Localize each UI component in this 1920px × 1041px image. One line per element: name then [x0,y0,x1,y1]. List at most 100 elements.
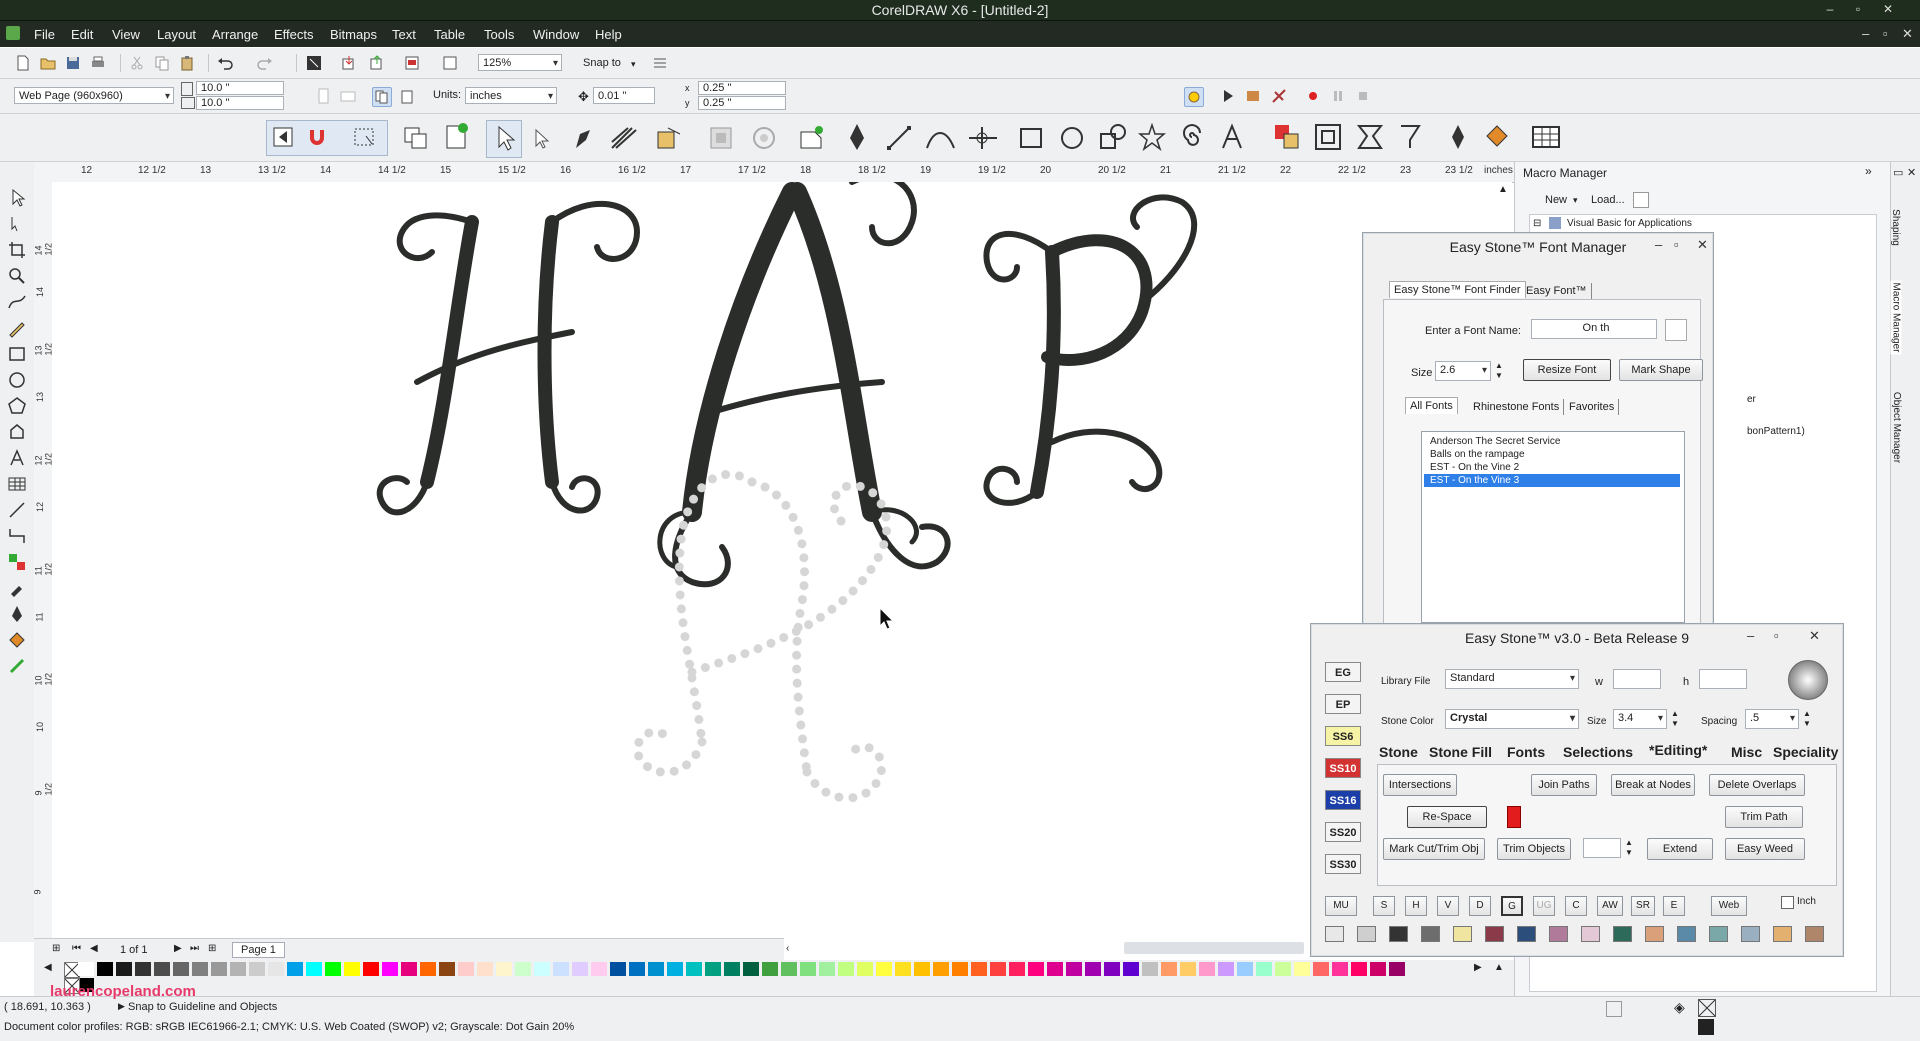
import-icon[interactable] [340,54,358,72]
palette-swatch[interactable] [762,962,778,976]
ug-button[interactable]: UG [1533,896,1555,916]
intersections-button[interactable]: Intersections [1383,774,1457,796]
palette-swatch[interactable] [1180,962,1196,976]
crop-icon[interactable] [7,240,27,260]
horizontal-ruler[interactable]: 12 12 1/2 13 13 1/2 14 14 1/2 15 15 1/2 … [34,162,1514,183]
page-preset-combo[interactable]: Web Page (960x960) [14,87,174,105]
palette-swatch[interactable] [458,962,474,976]
stone-size-button-ss6[interactable]: SS6 [1325,726,1361,746]
palette-swatch[interactable] [344,962,360,976]
palette-scroll-left-icon[interactable]: ◀ [44,962,52,973]
color-swatch[interactable] [1709,926,1728,942]
web-button[interactable]: Web [1711,896,1747,916]
vscroll-up-icon[interactable]: ▲ [1498,184,1508,195]
freehand-icon[interactable] [7,292,27,312]
smear-icon[interactable] [608,124,640,152]
print-icon[interactable] [89,54,107,72]
pen-stylus-icon[interactable] [570,124,598,152]
font-list[interactable]: Anderson The Secret Service Balls on the… [1421,431,1685,623]
menu-table[interactable]: Table [434,27,465,42]
palette-swatch[interactable] [553,962,569,976]
undo-icon[interactable] [216,54,234,72]
macro-load-button[interactable]: Load... [1591,194,1625,206]
prev-page-icon[interactable]: ◀ [90,943,98,954]
aw-button[interactable]: AW [1597,896,1623,916]
palette-swatch[interactable] [705,962,721,976]
palette-swatch[interactable] [724,962,740,976]
library-combo[interactable]: Standard [1445,669,1579,689]
horizontal-scrollbar-thumb[interactable] [1124,942,1304,954]
tab-easy-font[interactable]: Easy Font™ [1522,283,1592,299]
fm-minimize-icon[interactable]: – [1655,237,1662,252]
table-tool-icon[interactable] [1530,122,1562,152]
font-list-item[interactable]: Balls on the rampage [1430,449,1525,460]
palette-swatch[interactable] [971,962,987,976]
subtab-rhinestone-fonts[interactable]: Rhinestone Fonts [1469,399,1565,415]
blend-icon[interactable] [7,552,27,572]
paste-icon[interactable] [178,54,196,72]
stone-size-button-ss16[interactable]: SS16 [1325,790,1361,810]
delete-overlaps-button[interactable]: Delete Overlaps [1709,774,1805,796]
palette-swatch[interactable] [933,962,949,976]
stone-size-button-eg[interactable]: EG [1325,662,1361,682]
stone-size-button-ep[interactable]: EP [1325,694,1361,714]
palette-swatch[interactable] [1256,962,1272,976]
color-swatch[interactable] [1357,926,1376,942]
circle-target-icon[interactable] [749,124,779,152]
palette-swatch[interactable] [97,962,113,976]
palette-swatch[interactable] [515,962,531,976]
pick-tool-icon[interactable] [486,120,522,158]
redo-icon[interactable] [256,54,274,72]
font-list-item-selected[interactable]: EST - On the Vine 3 [1424,474,1680,487]
mark-shape-button[interactable]: Mark Shape [1619,359,1703,381]
fm-size-combo[interactable]: 2.6 [1435,361,1491,381]
menu-view[interactable]: View [112,27,140,42]
trim-path-button[interactable]: Trim Path [1725,806,1803,828]
snap-chevron-down-icon[interactable]: ▾ [631,59,636,70]
palette-swatch[interactable] [591,962,607,976]
smart-fill-icon[interactable] [7,318,27,338]
palette-swatch[interactable] [1028,962,1044,976]
copy-icon[interactable] [153,54,171,72]
palette-swatch[interactable] [1085,962,1101,976]
palette-swatch[interactable] [477,962,493,976]
palette-swatch[interactable] [686,962,702,976]
color-swatch[interactable] [1485,926,1504,942]
arrange-icon[interactable] [1272,122,1302,152]
palette-swatch[interactable] [1237,962,1253,976]
export-icon[interactable] [368,54,386,72]
publish-pdf-icon[interactable] [403,54,421,72]
macro-gear-icon[interactable] [1184,87,1204,107]
palette-swatch[interactable] [116,962,132,976]
vertical-ruler[interactable]: 14 1/2 14 13 1/2 13 12 1/2 12 11 1/2 11 … [33,182,54,942]
palette-swatch[interactable] [287,962,303,976]
palette-swatch[interactable] [800,962,816,976]
all-pages-icon[interactable] [372,87,392,107]
palette-swatch[interactable] [819,962,835,976]
tree-expand-icon[interactable]: ⊟ [1533,218,1541,229]
palette-swatch[interactable] [1275,962,1291,976]
eyedropper-tool-icon[interactable] [7,578,27,598]
color-swatch[interactable] [1389,926,1408,942]
units-combo[interactable]: inches [465,87,557,105]
h-button[interactable]: H [1405,896,1427,916]
save-icon[interactable] [64,54,82,72]
landscape-icon[interactable] [339,87,357,105]
color-swatch[interactable] [1645,926,1664,942]
palette-swatch[interactable] [268,962,284,976]
palette-swatch[interactable] [1009,962,1025,976]
tab-misc[interactable]: Misc [1731,744,1762,760]
new-document-icon[interactable] [14,54,32,72]
palette-swatch[interactable] [173,962,189,976]
trim-objects-button[interactable]: Trim Objects [1497,838,1571,860]
respace-button[interactable]: Re-Space [1407,806,1487,828]
palette-swatch[interactable] [1199,962,1215,976]
drawing-canvas[interactable] [52,172,1512,938]
easy-weed-button[interactable]: Easy Weed [1725,838,1805,860]
shapes-icon[interactable] [1098,122,1128,152]
macro-settings-icon[interactable] [1633,192,1649,208]
palette-swatch[interactable] [420,962,436,976]
insert-page-icon[interactable]: ⊞ [52,943,60,954]
palette-swatch[interactable] [743,962,759,976]
palette-swatch[interactable] [838,962,854,976]
